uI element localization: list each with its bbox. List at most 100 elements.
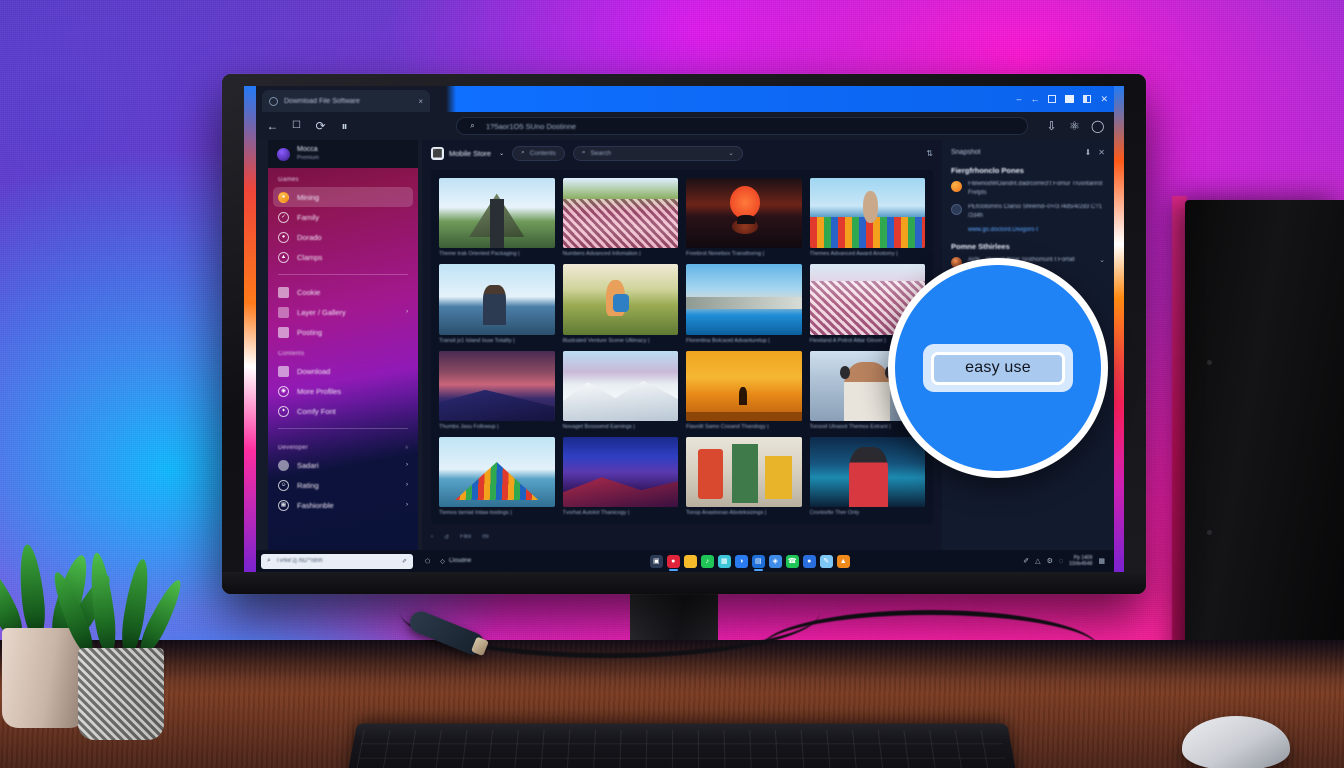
- blue-circle-app-icon[interactable]: ●: [802, 554, 816, 568]
- sidebar-divider-2: [278, 428, 408, 429]
- grid-card[interactable]: Thumbs Jasu Followup |: [439, 350, 555, 430]
- thumbnail-image: [686, 264, 802, 335]
- grid-card[interactable]: Tvorhat Autolot Thanicogy |: [562, 436, 678, 516]
- dot-icon: [278, 459, 289, 471]
- sidebar-item-cookie[interactable]: Cookie: [268, 282, 418, 302]
- downloads-icon[interactable]: ⇩: [1045, 120, 1058, 132]
- search-input[interactable]: ⌕ Search ⌄: [572, 145, 743, 161]
- thumbnail-image: [439, 436, 555, 507]
- restore-button[interactable]: ←: [1030, 94, 1039, 104]
- minimize-button[interactable]: –: [1016, 94, 1021, 104]
- widgets-button[interactable]: ◇ Cloudne: [435, 558, 476, 565]
- browser-tab[interactable]: Dowmload File Software ×: [262, 90, 430, 112]
- filter-pill[interactable]: ⌕ Contents: [512, 145, 565, 161]
- sidebar-item-posting[interactable]: Posting: [268, 322, 418, 342]
- pause-icon[interactable]: ⏸: [338, 120, 351, 132]
- tab-close-icon[interactable]: ×: [418, 97, 423, 106]
- footer-label-mi[interactable]: mi: [482, 534, 488, 540]
- grid-card[interactable]: Freebrot Nonebox Transthorng |: [686, 178, 802, 257]
- taskbar-search-placeholder: Tvrke'2j /tiD'*/dnh: [275, 558, 323, 564]
- grid-card[interactable]: Theme trak Oriented Packaging |: [439, 178, 555, 257]
- sidebar-item-comfy-font[interactable]: ✦ Comfy Font: [268, 401, 418, 421]
- browser-titlebar: Dowmload File Software × – ← ✕: [256, 86, 1114, 112]
- task-view-app-icon[interactable]: ▣: [649, 554, 663, 568]
- pen-icon[interactable]: ✐: [1023, 557, 1029, 565]
- sidebar-item-download[interactable]: Download: [268, 361, 418, 381]
- grid-card[interactable]: Tonsp Anastonao Aboteksizings |: [686, 436, 802, 516]
- sidebar-item-fashionble[interactable]: ▦ Fashionble ›: [268, 495, 418, 515]
- sort-icon[interactable]: ⇅: [926, 149, 933, 158]
- network-icon[interactable]: ◌: [1059, 558, 1063, 565]
- task-view-button[interactable]: ⬠: [420, 558, 435, 565]
- profile-icon[interactable]: ◯: [1091, 120, 1104, 132]
- grid-card[interactable]: Flavolit Samo Cosand Thandogy |: [686, 350, 802, 430]
- store-app-icon[interactable]: ▤: [751, 554, 765, 571]
- taskbar-clock[interactable]: Pp 1409 10/dv4548: [1069, 555, 1092, 568]
- sidebar-item-label: Comfy Font: [297, 406, 336, 416]
- store-badge[interactable]: ⬛ Mobile Store: [431, 146, 491, 160]
- sidebar-item-label: Download: [297, 366, 331, 376]
- download-icon[interactable]: ⬇: [1085, 148, 1092, 157]
- notes-app-icon[interactable]: [683, 554, 697, 568]
- grid-card[interactable]: Tiemos tarniat Intaw tostings |: [439, 436, 555, 516]
- spotify-app-icon[interactable]: ♪: [700, 554, 714, 568]
- settings-icon[interactable]: ⚙: [1047, 557, 1053, 565]
- card-caption: Transit js1 Island Isuw Totality |: [439, 337, 515, 344]
- explorer-app-icon[interactable]: ◈: [768, 554, 782, 568]
- sidebar-item-clamps[interactable]: ▲ Clamps: [268, 247, 418, 267]
- sidebar-item-family[interactable]: ✓ Family: [268, 207, 418, 227]
- grid-card[interactable]: Crontorlte Ther Only: [809, 436, 925, 516]
- cloud-icon[interactable]: △: [1035, 557, 1040, 565]
- sidebar-item-mining[interactable]: ● Mining: [273, 187, 413, 207]
- snapshot-row[interactable]: PEfclotornns Clarso Shrernd–0+/3 /4d5/4/…: [951, 203, 1105, 220]
- grid-card[interactable]: Themes Advanced Award Anotomy |: [809, 178, 925, 257]
- snap-layout-button[interactable]: [1065, 95, 1075, 103]
- chevron-down-icon[interactable]: ⌄: [499, 150, 504, 157]
- filter-pill-label: Contents: [529, 149, 556, 157]
- split-screen-button[interactable]: [1083, 95, 1092, 103]
- folder-icon: [278, 306, 289, 318]
- close-button[interactable]: ✕: [1100, 94, 1108, 105]
- refresh-icon[interactable]: ⟳: [314, 120, 327, 132]
- footer-label-flex[interactable]: Flex: [460, 534, 471, 540]
- grid-card[interactable]: Novaget Bosssend Earnings |: [562, 350, 678, 430]
- sidebar-profile[interactable]: Mocca Premium: [268, 140, 418, 168]
- mic-icon[interactable]: ✐: [402, 558, 407, 565]
- edge-app-icon[interactable]: ◑: [734, 554, 748, 568]
- sidebar-item-dorado[interactable]: ● Dorado: [268, 227, 418, 247]
- sidebar-item-more-profiles[interactable]: ◉ More Profiles: [268, 381, 418, 401]
- sidebar-item-sadari[interactable]: Sadari ›: [268, 455, 418, 475]
- close-icon[interactable]: ✕: [1098, 148, 1105, 157]
- grid-icon: ▦: [278, 499, 289, 511]
- whatsapp-app-icon[interactable]: ☎: [785, 554, 799, 568]
- grid-card[interactable]: Florentina Bolcaoid Advanturelup |: [686, 264, 802, 344]
- maximize-button[interactable]: [1048, 95, 1057, 103]
- sidebar-item-rating[interactable]: ☺ Rating ›: [268, 475, 418, 495]
- chevron-down-icon[interactable]: ⌄: [728, 149, 733, 157]
- paint-app-icon[interactable]: ✎: [819, 554, 833, 568]
- back-icon[interactable]: ←: [266, 120, 279, 132]
- vlc-app-icon[interactable]: ▲: [836, 554, 850, 568]
- keyboard[interactable]: [346, 723, 1018, 768]
- grid-card[interactable]: Numbers Advanced Infomation |: [562, 178, 678, 257]
- record-app-icon[interactable]: ●: [666, 554, 680, 571]
- snapshot-section-2-title: Pomne Sthirlees: [951, 241, 1010, 251]
- grid-card[interactable]: Transit js1 Island Isuw Totality |: [439, 264, 555, 344]
- extensions-icon[interactable]: ⚛: [1068, 120, 1081, 132]
- card-caption: Tiemos tarniat Intaw tostings |: [439, 510, 512, 516]
- snapshot-link[interactable]: www.go.doctord.Divigoro·t: [968, 227, 1105, 233]
- toolbar-right-icons: ⇩ ⚛ ◯: [1045, 120, 1104, 132]
- taskbar-search-input[interactable]: ⌕ Tvrke'2j /tiD'*/dnh ✐: [261, 553, 413, 569]
- sidebar-item-layer-gallery[interactable]: Layer / Gallery ›: [268, 302, 418, 322]
- snapshot-row[interactable]: FlBwnodWOandnt.dad/correct’t Fomur Trusn…: [951, 180, 1105, 197]
- footer-back-icon[interactable]: ‹: [431, 534, 433, 540]
- address-bar[interactable]: ⌕ 1?5aor1O5 SUno Dostinne: [456, 117, 1028, 135]
- grid-card[interactable]: Illustrated Venture Scene Ultimacy |: [562, 264, 678, 344]
- search-icon: ⌕: [581, 149, 586, 156]
- desktop-speaker: [1185, 200, 1344, 700]
- teams-app-icon[interactable]: ▦: [717, 554, 731, 568]
- chevron-down-icon[interactable]: ⌄: [1099, 256, 1105, 264]
- sidebar-item-label: Rating: [297, 480, 319, 490]
- notifications-icon[interactable]: ▦: [1098, 557, 1105, 565]
- footer-refresh-icon[interactable]: ↺: [444, 534, 449, 541]
